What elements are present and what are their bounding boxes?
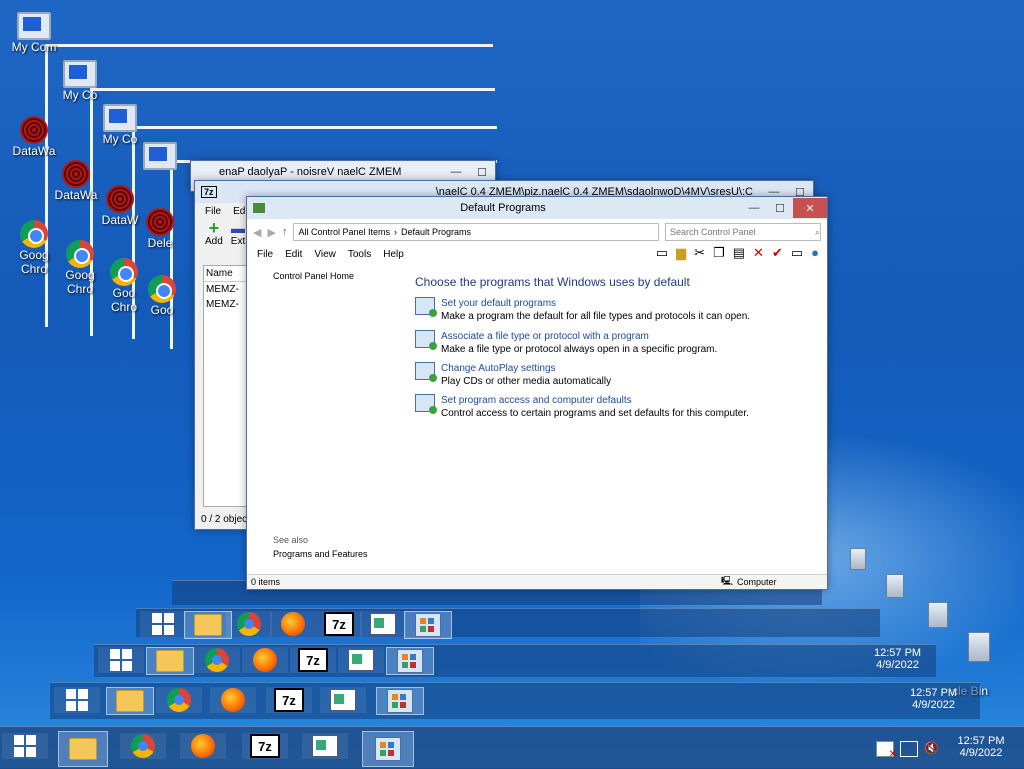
list-item[interactable]: MEMZ-	[204, 297, 248, 312]
taskbar: 7z 🔇 12:57 PM 4/9/2022	[0, 726, 1024, 769]
clock-time: 12:57 PM	[957, 735, 1005, 747]
cp-item-default-programs[interactable]: Set your default programs Make a program …	[415, 297, 750, 323]
network-icon[interactable]	[900, 741, 918, 757]
cut-icon[interactable]: ✂	[694, 245, 705, 261]
ghost-taskbar: 7z 12:57 PM 4/9/2022	[50, 682, 980, 719]
taskbar-7zip[interactable]: 7z	[242, 733, 288, 759]
menu-file[interactable]: File	[257, 249, 273, 260]
menu-edit[interactable]: Edit	[285, 249, 302, 260]
back-icon[interactable]: ◀	[253, 226, 261, 239]
properties-icon[interactable]: ▭	[791, 245, 803, 261]
taskbar-chrome[interactable]	[120, 733, 166, 759]
extract-button[interactable]: ▬ Ext	[231, 220, 245, 247]
window-icon	[312, 735, 338, 757]
minimize-button[interactable]: —	[741, 198, 767, 218]
taskbar-ie-window[interactable]	[302, 733, 348, 759]
ghost-icon: Goo	[130, 275, 194, 317]
page-heading: Choose the programs that Windows uses by…	[415, 275, 690, 289]
recycle-bin-icon[interactable]	[968, 632, 990, 662]
ghost-icon: My Co	[88, 104, 152, 146]
cp-item-program-access[interactable]: Set program access and computer defaults…	[415, 394, 749, 420]
see-also-label: See also	[273, 535, 309, 545]
desktop-icon-label: DataWa	[12, 144, 56, 158]
autoplay-icon	[415, 362, 437, 382]
forward-icon[interactable]: ▶	[267, 226, 275, 239]
7zip-icon: 7z	[250, 734, 280, 758]
extract-icon: ▬	[231, 220, 246, 236]
plus-icon: +	[208, 218, 220, 238]
minimize-button[interactable]: —	[443, 162, 469, 182]
search-input[interactable]: Search Control Panel ⌕	[665, 223, 821, 241]
folder-icon	[69, 738, 97, 760]
computer-icon: 🖳	[720, 576, 733, 586]
address-row: ◀ ▶ ↑ All Control Panel Items › Default Pr…	[247, 219, 827, 245]
maximize-button[interactable]: ☐	[469, 162, 495, 182]
folder-icon[interactable]: ▆	[676, 245, 686, 261]
clock[interactable]: 12:57 PM 4/9/2022	[950, 735, 1012, 759]
copy-icon[interactable]: ❐	[713, 245, 725, 261]
pane-icon[interactable]: ▭	[656, 245, 668, 261]
desktop-icon-my-computer[interactable]: My Com	[2, 12, 66, 54]
column-header-name[interactable]: Name	[204, 266, 248, 282]
sidebar-home-link[interactable]: Control Panel Home	[273, 271, 354, 281]
taskbar-control-panel[interactable]	[362, 731, 414, 767]
computer-icon	[17, 12, 51, 40]
menu-help[interactable]: Help	[383, 249, 404, 260]
ghost-icon: My Co	[48, 60, 112, 102]
menu-tools[interactable]: Tools	[348, 249, 371, 260]
add-button[interactable]: + Add	[205, 218, 223, 247]
status-bar: 0 items 🖳 Computer	[247, 574, 827, 589]
paste-icon[interactable]: ▤	[733, 245, 745, 261]
cp-item-autoplay[interactable]: Change AutoPlay settings Play CDs or othe…	[415, 362, 611, 388]
ghost-taskbar: 7z 12:57 PM 4/9/2022	[94, 644, 936, 677]
close-button[interactable]: ✕	[793, 198, 827, 218]
ghost-taskbar: 7z	[136, 608, 880, 639]
ghost-recycle-icon	[886, 574, 904, 598]
maximize-button[interactable]: ☐	[767, 198, 793, 218]
desktop-icon-label: My Com	[11, 40, 57, 54]
window-title: Default Programs	[460, 202, 546, 214]
zip-file-list: Name MEMZ- MEMZ-	[203, 265, 249, 507]
search-icon: ⌕	[814, 226, 820, 237]
up-icon[interactable]: ↑	[282, 226, 288, 238]
clock-date: 4/9/2022	[959, 747, 1003, 759]
programs-features-link[interactable]: Programs and Features	[273, 549, 368, 559]
menu-file[interactable]: File	[205, 206, 221, 217]
check-icon[interactable]: ✔	[772, 245, 783, 261]
default-programs-window[interactable]: Default Programs — ☐ ✕ ◀ ▶ ↑ All Control…	[246, 196, 828, 590]
associate-icon	[415, 330, 437, 350]
status-bar: 0 / 2 object	[201, 514, 250, 525]
ghost-recycle-icon	[850, 548, 866, 570]
taskbar-file-explorer[interactable]	[58, 731, 108, 767]
delete-icon[interactable]: ✕	[753, 245, 764, 261]
chrome-icon	[20, 220, 48, 248]
globe-icon[interactable]: ●	[811, 245, 819, 261]
address-bar[interactable]: All Control Panel Items › Default Programs	[293, 223, 659, 241]
taskbar-firefox[interactable]	[180, 733, 226, 759]
desktop-icon-datawa[interactable]: DataWa	[2, 116, 66, 158]
ghost-icon: Dele	[128, 208, 192, 250]
menu-view[interactable]: View	[314, 249, 336, 260]
window-title: enaP daolyaP - noisreV naelC ZMEM	[219, 166, 402, 178]
start-button[interactable]	[2, 733, 48, 759]
control-panel-icon	[375, 737, 401, 761]
ghost-recycle-icon	[928, 602, 948, 628]
7zip-icon: 7z	[201, 186, 217, 198]
ghost-icon	[128, 142, 192, 170]
list-item[interactable]: MEMZ-	[204, 282, 248, 297]
default-programs-icon	[415, 297, 437, 317]
action-center-icon[interactable]	[876, 741, 897, 760]
chrome-icon	[131, 734, 155, 758]
cp-item-associate[interactable]: Associate a file type or protocol with a…	[415, 330, 717, 356]
firefox-icon	[191, 734, 215, 758]
toolbar-icons: ▭ ▆ ✂ ❐ ▤ ✕ ✔ ▭ ●	[656, 245, 819, 261]
volume-icon[interactable]: 🔇	[924, 741, 940, 755]
virus-icon	[20, 116, 48, 144]
program-access-icon	[415, 394, 437, 414]
windows-icon	[14, 735, 36, 757]
control-panel-icon	[253, 203, 265, 213]
